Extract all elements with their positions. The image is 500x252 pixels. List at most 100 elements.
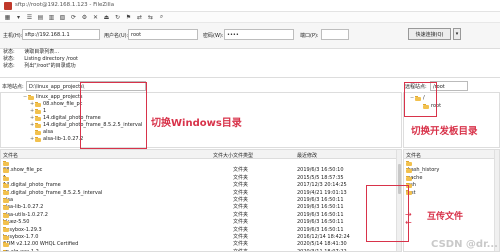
filezilla-logo-icon: [4, 2, 12, 10]
file-name-cell: .bash_history: [406, 167, 439, 174]
remote-scrollbar[interactable]: [494, 150, 499, 251]
table-row[interactable]: bluez-5.50 文件夹 2019/6/3 16:50:11: [1, 219, 401, 226]
table-row[interactable]: busybox-1.29.3 文件夹 2019/6/3 16:50:11: [1, 227, 401, 234]
expand-icon[interactable]: +: [30, 136, 34, 143]
sync-browse-icon[interactable]: ⇆: [146, 13, 155, 21]
quickconnect-button[interactable]: 快速连接(Q): [408, 28, 451, 40]
tree-item[interactable]: + alsa-lib-1.0.27.2: [30, 136, 83, 143]
quickconnect-bar: 主机(H): sftp://192.168.1.1 用户名(U): root 密…: [0, 23, 500, 49]
compare-icon[interactable]: ⇄: [135, 13, 144, 21]
file-type-cell: 文件夹: [233, 182, 249, 189]
table-row[interactable]: CDM v2.12.00 WHQL Certified 文件夹 2020/5/14 …: [1, 241, 401, 248]
host-input[interactable]: sftp://192.168.1.1: [22, 29, 100, 40]
transfer-highlight-box: [366, 185, 409, 242]
column-header-name[interactable]: 文件名: [406, 152, 421, 159]
file-modified-cell: 2019/6/3 16:50:11: [297, 211, 344, 218]
host-label: 主机(H):: [3, 33, 23, 39]
expand-icon[interactable]: +: [30, 122, 34, 129]
column-header-size[interactable]: 文件大小: [213, 152, 233, 159]
folder-icon: [35, 108, 41, 114]
user-label: 用户名(U):: [104, 33, 129, 39]
expand-icon[interactable]: +: [30, 115, 34, 122]
cancel-icon[interactable]: ✕: [91, 13, 100, 21]
refresh-icon[interactable]: ⟳: [69, 13, 78, 21]
file-name-cell: 14.digital_photo_frame_8.5.2.5_interval: [3, 190, 102, 197]
expand-icon[interactable]: +: [30, 101, 34, 108]
table-row[interactable]: .ssh: [404, 182, 499, 189]
file-name-cell: busybox-1.29.3: [3, 227, 42, 234]
log-line: 状态: 读取目录列表...: [0, 49, 500, 56]
file-list-header: 文件名 文件大小 文件类型 最近修改: [1, 150, 401, 159]
file-type-cell: 文件夹: [233, 219, 249, 226]
filter-icon[interactable]: ⚑: [124, 13, 133, 21]
table-row[interactable]: test: [404, 190, 499, 197]
tree-item[interactable]: + 1: [30, 108, 46, 115]
file-name-text: CDM v2.12.00 WHQL Certified: [3, 241, 79, 248]
table-row[interactable]: 08.show_file_pc 文件夹 2019/6/3 16:50:10: [1, 167, 401, 174]
table-row[interactable]: ..: [1, 160, 401, 167]
window-title: sftp://root@192.168.1.123 - FileZilla: [15, 2, 115, 8]
folder-icon: [35, 101, 41, 107]
table-row[interactable]: alsa-lib-1.0.27.2 文件夹 2019/6/3 16:50:11: [1, 204, 401, 211]
file-modified-cell: 2019/6/3 16:50:11: [297, 204, 344, 211]
reconnect-icon[interactable]: ↻: [113, 13, 122, 21]
folder-icon: [3, 242, 9, 248]
column-header-name[interactable]: 文件名: [3, 152, 18, 159]
table-row[interactable]: 1文件夹2015/5/5 18:57:35: [1, 175, 401, 182]
file-name-cell: CDM v2.12.00 WHQL Certified: [3, 241, 78, 248]
table-row[interactable]: alsa-utils-1.0.27.2 文件夹 2019/6/3 16:50:11: [1, 212, 401, 219]
folder-icon: [3, 219, 9, 225]
table-row[interactable]: .cache: [404, 175, 499, 182]
folder-icon: [3, 175, 9, 181]
toolbar: ▦ ▾ ☰ ▤ ▥ ▧ ⟳ ⚙ ✕ ⏏ ↻ ⚑ ⇄ ⇆ ⌕: [0, 12, 500, 23]
folder-icon: [3, 190, 9, 196]
table-row[interactable]: busybox-1.7.0 文件夹 2016/12/14 18:42:24: [1, 234, 401, 241]
tree-item[interactable]: − linux_app_projects: [23, 94, 82, 101]
file-name-text: 14.digital_photo_frame_8.5.2.5_interval: [3, 189, 103, 196]
quickconnect-dropdown-icon[interactable]: ▾: [453, 28, 461, 40]
password-input[interactable]: ••••: [224, 29, 294, 40]
process-queue-icon[interactable]: ⚙: [80, 13, 89, 21]
port-label: 端口(P):: [300, 33, 319, 39]
file-type-cell: 文件夹: [233, 226, 249, 233]
local-tree-icon[interactable]: ▤: [36, 13, 45, 21]
transfer-queue-icon[interactable]: ▧: [58, 13, 67, 21]
file-name-cell: 14.digital_photo_frame: [3, 182, 61, 189]
folder-icon: [406, 168, 412, 174]
arrow-left-icon: ←: [405, 218, 412, 227]
table-row[interactable]: .bash_history: [404, 167, 499, 174]
username-input[interactable]: root: [128, 29, 198, 40]
tree-item[interactable]: alsa: [30, 129, 53, 136]
table-row[interactable]: 14.digital_photo_frame_8.5.2.5_interval 文…: [1, 190, 401, 197]
local-site-label: 本地站点:: [2, 84, 24, 90]
file-modified-cell: 2019/6/3 16:50:11: [297, 197, 344, 203]
table-row[interactable]: ..: [404, 160, 499, 167]
folder-icon: [3, 197, 9, 203]
expand-icon[interactable]: +: [30, 108, 34, 115]
remote-path-highlight-box: [404, 82, 437, 117]
find-icon[interactable]: ⌕: [157, 13, 166, 21]
tree-item[interactable]: + 08.show_file_pc: [30, 101, 82, 108]
file-name-cell: alsa-utils-1.0.27.2: [3, 212, 48, 219]
annotation-windows-dir: 切换Windows目录: [151, 118, 242, 129]
tree-item-label: 08.show_file_pc: [43, 101, 83, 107]
file-name-cell: 1: [3, 175, 9, 182]
file-name-cell: busybox-1.7.0: [3, 234, 38, 241]
table-row[interactable]: 14.digital_photo_frame 文件夹 2017/12/3 20:14…: [1, 182, 401, 189]
dropdown-icon[interactable]: ▾: [14, 13, 23, 21]
site-manager-icon[interactable]: ▦: [3, 13, 12, 21]
remote-tree-icon[interactable]: ▥: [47, 13, 56, 21]
message-log-icon[interactable]: ☰: [25, 13, 34, 21]
column-header-type[interactable]: 文件类型: [233, 152, 253, 159]
port-input[interactable]: [321, 29, 349, 40]
local-path-highlight-box: [80, 82, 147, 149]
log-label: 状态:: [3, 63, 15, 69]
column-header-modified[interactable]: 最近修改: [297, 152, 317, 159]
folder-icon: [3, 182, 9, 188]
disconnect-icon[interactable]: ⏏: [102, 13, 111, 21]
table-row[interactable]: alsa文件夹2019/6/3 16:50:11: [1, 197, 401, 204]
folder-icon: [3, 212, 9, 218]
folder-icon: [35, 129, 41, 135]
collapse-icon[interactable]: −: [23, 94, 27, 101]
file-type-cell: 文件夹: [233, 204, 249, 211]
